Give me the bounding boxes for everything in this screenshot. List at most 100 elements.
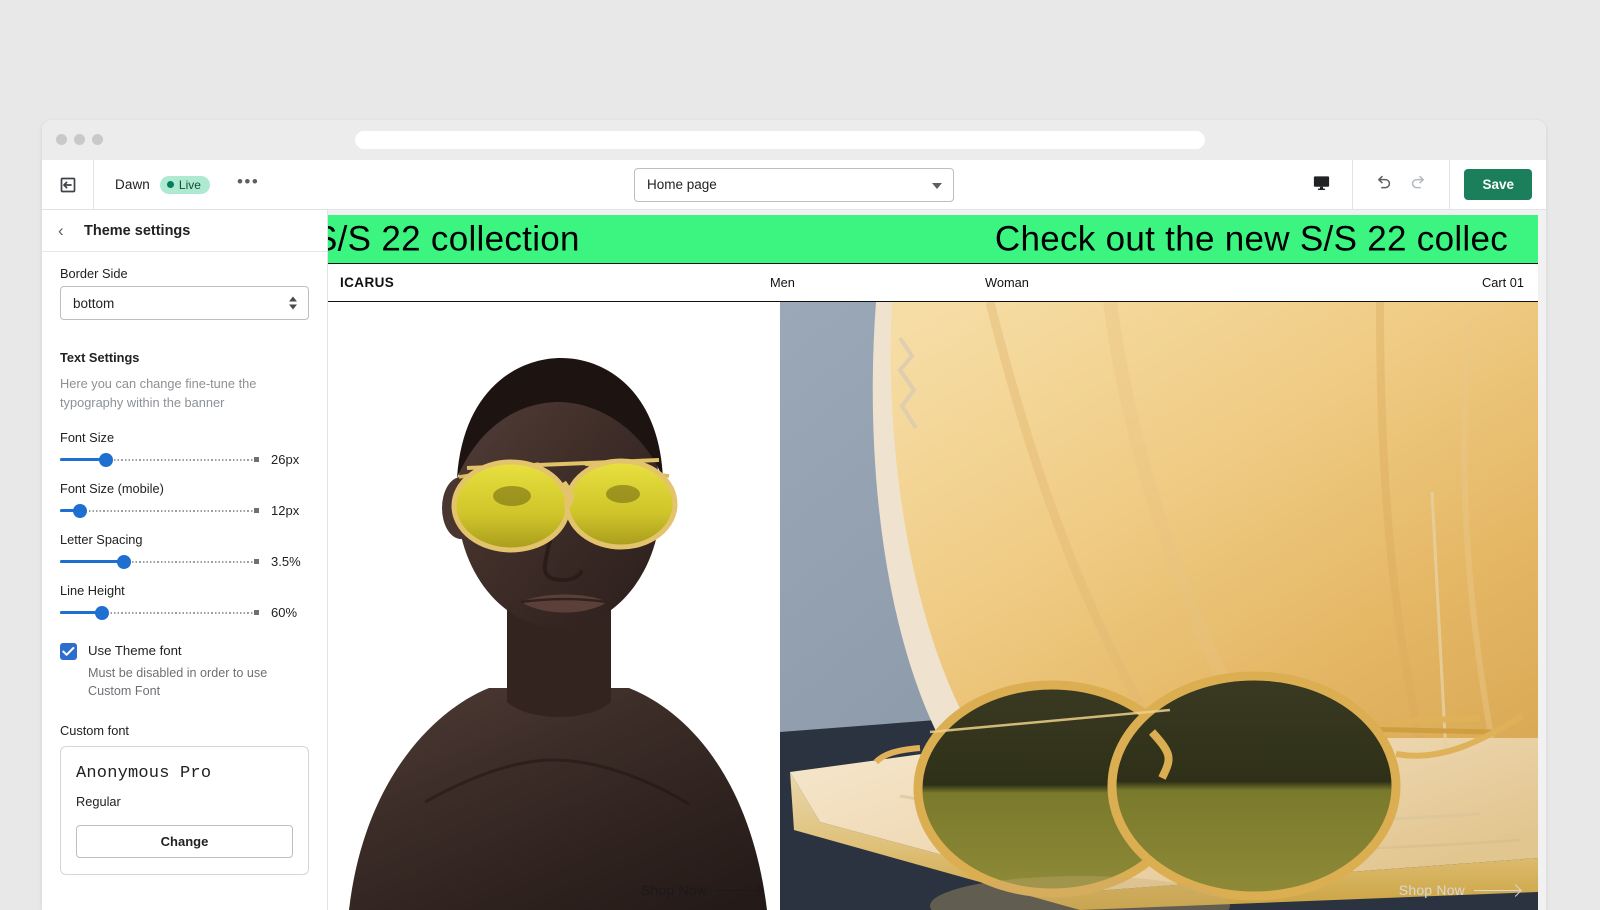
stepper-icon — [289, 296, 297, 310]
shop-now-label-left: Shop Now — [640, 882, 707, 898]
use-theme-font-label: Use Theme font — [88, 643, 182, 659]
desktop-icon — [1312, 173, 1331, 197]
slider-value: 60% — [271, 605, 298, 621]
url-bar[interactable] — [355, 131, 1205, 149]
slider-label: Letter Spacing — [60, 532, 143, 548]
undo-icon — [1374, 172, 1394, 197]
slider-thumb[interactable] — [98, 452, 113, 467]
use-theme-font-text: Use Theme font Must be disabled in order… — [88, 642, 309, 701]
slider-track-remainder — [60, 509, 259, 512]
live-dot-icon — [166, 181, 174, 188]
exit-to-admin-button[interactable] — [42, 159, 94, 210]
browser-chrome-bar — [42, 120, 1546, 160]
slider-label: Font Size (mobile) — [60, 481, 164, 497]
slider-track[interactable] — [60, 452, 259, 467]
shop-now-link-right[interactable]: Shop Now — [1399, 882, 1520, 898]
slider-row: 3.5% — [60, 554, 309, 569]
sidebar-scroll-area[interactable]: Border Side bottom Text Settings Here yo… — [42, 252, 327, 910]
border-side-field: Border Side bottom — [60, 266, 309, 320]
slider-field: Font Size 26px — [60, 430, 309, 467]
traffic-lights — [56, 134, 103, 145]
custom-font-weight: Regular — [76, 793, 121, 809]
chevron-down-icon — [932, 182, 942, 189]
nav-link-cart[interactable]: Cart 01 — [1482, 275, 1524, 290]
check-icon — [62, 647, 75, 656]
page-selector-value: Home page — [647, 177, 717, 192]
slider-track-end-marker — [254, 559, 259, 565]
announcement-bar[interactable]: S/S 22 collection Check out the new S/S … — [328, 215, 1538, 264]
custom-font-label: Custom font — [60, 722, 129, 738]
border-side-select[interactable]: bottom — [60, 286, 309, 320]
slider-value: 12px — [271, 503, 300, 519]
use-theme-font-field[interactable]: Use Theme font Must be disabled in order… — [60, 642, 309, 701]
model-portrait-image — [339, 310, 769, 910]
slider-thumb[interactable] — [116, 554, 131, 569]
undo-button[interactable] — [1367, 170, 1401, 200]
slider-field: Line Height 60% — [60, 583, 309, 620]
announcement-text: S/S 22 collection Check out the new S/S … — [328, 222, 1508, 257]
save-button[interactable]: Save — [1464, 169, 1532, 200]
history-group — [1353, 160, 1449, 210]
browser-window: Dawn Live ••• Home page Save ‹ Theme set… — [42, 120, 1546, 910]
hero-row: Shop Now Shop Now — [328, 302, 1538, 910]
storefront-preview-pane: S/S 22 collection Check out the new S/S … — [328, 210, 1546, 910]
sliders-container: Font Size 26px Font Size (mobile) 12px Lette… — [60, 430, 309, 620]
change-font-button[interactable]: Change — [76, 824, 293, 858]
status-badge-label: Live — [178, 177, 201, 192]
hero-tile-right[interactable]: Shop Now — [780, 302, 1538, 910]
shop-now-label-right: Shop Now — [1398, 882, 1465, 898]
slider-thumb[interactable] — [94, 605, 109, 620]
slider-track-end-marker — [254, 610, 259, 616]
store-logo[interactable]: ICARUS — [340, 275, 394, 290]
product-still-life-image — [780, 302, 1538, 910]
slider-track[interactable] — [60, 503, 259, 518]
slider-track-end-marker — [254, 457, 259, 463]
shop-now-link-left[interactable]: Shop Now — [641, 882, 762, 898]
arrow-right-icon — [716, 889, 762, 891]
close-window-button[interactable] — [56, 134, 67, 145]
maximize-window-button[interactable] — [92, 134, 103, 145]
chevron-left-icon[interactable]: ‹ — [58, 222, 70, 239]
desktop-preview-button[interactable] — [1304, 170, 1338, 200]
editor-body: ‹ Theme settings Border Side bottom Text… — [42, 210, 1546, 910]
slider-row: 60% — [60, 605, 309, 620]
device-preview-group — [1290, 160, 1352, 210]
slider-field: Letter Spacing 3.5% — [60, 532, 309, 569]
sidebar-title: Theme settings — [84, 222, 191, 239]
exit-to-admin-icon — [58, 175, 78, 195]
toolbar-right-group: Save — [1290, 159, 1546, 210]
custom-font-family: Anonymous Pro — [76, 763, 212, 783]
border-side-value: bottom — [73, 295, 115, 311]
minimize-window-button[interactable] — [74, 134, 85, 145]
page-selector[interactable]: Home page — [634, 167, 954, 202]
use-theme-font-checkbox[interactable] — [60, 643, 77, 661]
text-settings-description: Here you can change fine-tune the typogr… — [60, 376, 257, 410]
slider-label: Line Height — [60, 583, 125, 599]
sidebar-header: ‹ Theme settings — [42, 210, 327, 252]
slider-track[interactable] — [60, 554, 259, 569]
storefront-frame[interactable]: S/S 22 collection Check out the new S/S … — [328, 215, 1538, 910]
slider-value: 3.5% — [271, 554, 301, 570]
theme-settings-sidebar: ‹ Theme settings Border Side bottom Text… — [42, 210, 328, 910]
editor-toolbar: Dawn Live ••• Home page Save — [42, 159, 1546, 210]
theme-info: Dawn Live ••• — [94, 173, 259, 194]
announcement-text-left: S/S 22 collection — [328, 219, 580, 259]
slider-row: 26px — [60, 452, 309, 467]
slider-track[interactable] — [60, 605, 259, 620]
theme-name: Dawn — [115, 177, 150, 192]
nav-link-woman[interactable]: Woman — [985, 275, 1029, 290]
slider-row: 12px — [60, 503, 309, 518]
hero-tile-left[interactable]: Shop Now — [328, 302, 780, 910]
toolbar-divider-2 — [1449, 159, 1451, 210]
redo-icon — [1408, 172, 1428, 197]
slider-track-end-marker — [254, 508, 259, 514]
more-options-button[interactable]: ••• — [237, 173, 259, 191]
slider-field: Font Size (mobile) 12px — [60, 481, 309, 518]
nav-link-men[interactable]: Men — [770, 275, 795, 290]
redo-button[interactable] — [1401, 170, 1435, 200]
text-settings-title: Text Settings — [60, 350, 140, 365]
announcement-text-right: Check out the new S/S 22 collec — [994, 219, 1509, 259]
use-theme-font-help: Must be disabled in order to use Custom … — [88, 666, 268, 699]
arrow-right-icon — [1474, 889, 1520, 891]
slider-thumb[interactable] — [72, 503, 87, 518]
